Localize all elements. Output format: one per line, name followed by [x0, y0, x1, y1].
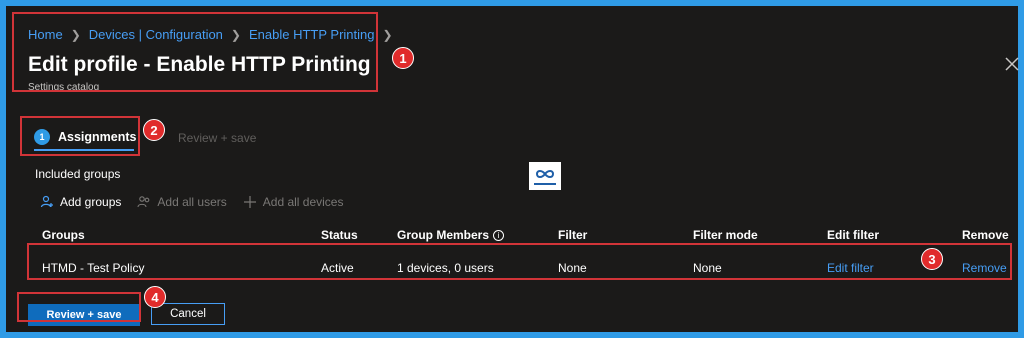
add-all-devices-button[interactable]: Add all devices	[243, 195, 344, 209]
add-all-devices-label: Add all devices	[262, 195, 344, 209]
column-header-status: Status	[321, 228, 358, 242]
edit-profile-panel: Home ❯ Devices | Configuration ❯ Enable …	[6, 6, 1020, 332]
table-header: Groups Status Group Members i Filter Filt…	[42, 228, 1012, 242]
info-icon[interactable]: i	[493, 230, 505, 242]
callout-badge-4: 4	[144, 286, 166, 308]
section-title: Included groups	[35, 167, 121, 181]
highlight-box-review-save	[17, 292, 141, 322]
logo-icon	[535, 170, 555, 178]
close-icon[interactable]	[1004, 56, 1020, 72]
logo-underline	[534, 183, 556, 185]
column-header-edit-filter: Edit filter	[827, 228, 880, 242]
highlight-box-header	[12, 12, 378, 92]
watermark-logo	[529, 162, 561, 190]
column-header-filter-mode: Filter mode	[693, 228, 758, 242]
add-all-users-label: Add all users	[157, 195, 227, 209]
people-add-icon	[137, 196, 150, 208]
column-header-group-members: Group Members i	[397, 228, 505, 242]
tab-review-save[interactable]: Review + save	[178, 131, 256, 145]
assignment-toolbar: Add groups Add all users Add all devices	[40, 195, 343, 209]
column-header-remove: Remove	[962, 228, 1009, 242]
callout-badge-3: 3	[921, 248, 943, 270]
plus-icon	[243, 196, 256, 208]
column-header-filter: Filter	[558, 228, 588, 242]
callout-badge-1: 1	[392, 47, 414, 69]
highlight-box-assignments	[20, 116, 140, 156]
add-all-users-button[interactable]: Add all users	[137, 195, 227, 209]
add-groups-label: Add groups	[60, 195, 122, 209]
column-header-groups: Groups	[42, 228, 85, 242]
column-header-group-members-label: Group Members	[397, 228, 490, 242]
chevron-right-icon: ❯	[382, 27, 393, 42]
callout-badge-2: 2	[143, 119, 165, 141]
highlight-box-row	[27, 243, 1012, 280]
add-groups-button[interactable]: Add groups	[40, 195, 121, 209]
cancel-button[interactable]: Cancel	[151, 303, 225, 325]
person-add-icon	[40, 195, 53, 208]
